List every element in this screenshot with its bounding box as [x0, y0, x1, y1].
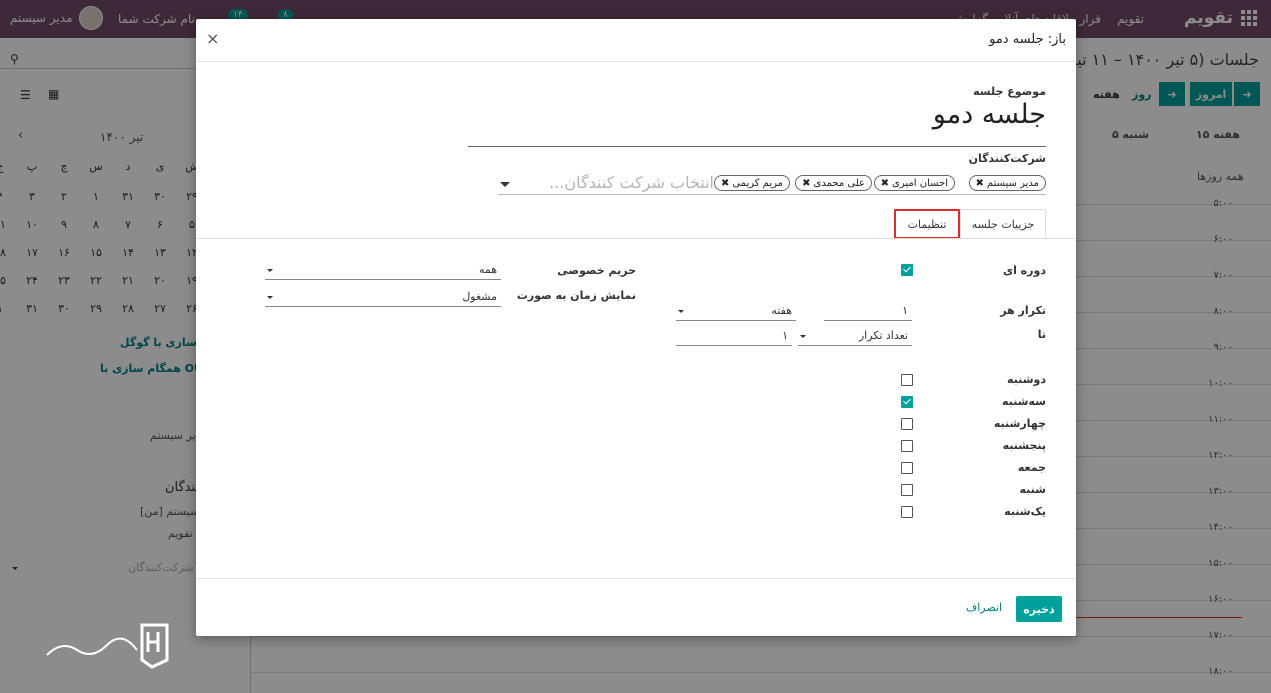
attendees-field[interactable]: مدیر سیستم ✖ احسان امیری ✖ علی محمدی ✖ مریم…	[498, 173, 1046, 195]
recurrent-label: دوره ای	[1003, 264, 1046, 277]
remove-tag-icon[interactable]: ✖	[976, 178, 984, 189]
attendee-tag-label: علی محمدی	[813, 177, 865, 189]
tab-settings[interactable]: تنظیمات	[894, 209, 960, 239]
weekday-label: یک‌شنبه	[1004, 505, 1046, 518]
weekday-label: جمعه	[1017, 461, 1046, 474]
weekday-checkbox[interactable]	[901, 396, 913, 408]
weekday-label: پنجشنبه	[1002, 439, 1046, 452]
weekday-label: چهارشنبه	[993, 417, 1046, 430]
attendees-input[interactable]: انتخاب شرکت کنندگان...	[549, 173, 714, 192]
attendee-tag-label: مدیر سیستم	[986, 177, 1039, 189]
repeat-unit-select[interactable]: هفته	[676, 301, 796, 321]
weekday-checkbox[interactable]	[901, 374, 913, 386]
weekday-label: شنبه	[1019, 483, 1046, 496]
event-dialog: باز: جلسه دمو × موضوع جلسه جلسه دمو شرکت…	[196, 19, 1076, 636]
subject-label: موضوع جلسه	[973, 85, 1046, 98]
attendee-tag-label: مریم کریمی	[732, 177, 783, 189]
until-label: تا	[1037, 328, 1046, 341]
weekday-checkbox[interactable]	[901, 484, 913, 496]
show-as-select[interactable]: مشغول	[265, 287, 501, 307]
dialog-header: باز: جلسه دمو ×	[196, 19, 1076, 62]
attendees-label: شرکت‌کنندگان	[968, 152, 1046, 165]
watermark-logo	[46, 623, 169, 669]
dialog-footer: ذخیره انصراف	[196, 578, 1076, 636]
show-as-label: نمایش زمان به صورت	[516, 289, 636, 302]
chevron-down-icon	[267, 296, 273, 299]
privacy-select[interactable]: همه	[265, 260, 501, 280]
weekday-label: دوشنبه	[1007, 373, 1046, 386]
show-as-value: مشغول	[462, 290, 497, 303]
repeat-unit-value: هفته	[771, 304, 792, 317]
chevron-down-icon[interactable]	[500, 182, 510, 187]
weekday-checkbox[interactable]	[901, 462, 913, 474]
attendee-tag: علی محمدی ✖	[795, 175, 872, 191]
save-button[interactable]: ذخیره	[1016, 596, 1062, 622]
subject-input[interactable]: جلسه دمو	[468, 99, 1046, 147]
remove-tag-icon[interactable]: ✖	[881, 178, 889, 189]
dialog-title: باز: جلسه دمو	[989, 32, 1066, 47]
attendee-tag: احسان امیری ✖	[873, 175, 955, 191]
until-type-value: تعداد تکرار	[858, 329, 908, 342]
weekday-checkbox[interactable]	[901, 440, 913, 452]
attendee-tag: مریم کریمی ✖	[713, 175, 790, 191]
privacy-value: همه	[478, 263, 497, 276]
repeat-interval-input[interactable]: ۱	[824, 301, 912, 321]
remove-tag-icon[interactable]: ✖	[802, 178, 810, 189]
weekday-label: سه‌شنبه	[1002, 395, 1046, 408]
weekday-checkbox[interactable]	[901, 418, 913, 430]
attendee-tag: مدیر سیستم ✖	[968, 175, 1046, 191]
close-icon[interactable]: ×	[206, 29, 219, 48]
attendee-tag-label: احسان امیری	[892, 177, 948, 189]
chevron-down-icon	[678, 310, 684, 313]
chevron-down-icon	[267, 269, 273, 272]
until-type-select[interactable]: تعداد تکرار	[798, 326, 912, 346]
weekday-checkbox[interactable]	[901, 506, 913, 518]
repeat-count-input[interactable]: ۱	[676, 326, 792, 346]
recurrent-checkbox[interactable]	[901, 264, 913, 276]
tab-details[interactable]: جزییات جلسه	[960, 209, 1046, 239]
remove-tag-icon[interactable]: ✖	[721, 178, 729, 189]
repeat-every-label: تکرار هر	[1000, 304, 1046, 317]
chevron-down-icon	[800, 335, 806, 338]
tabs-divider	[196, 238, 1076, 239]
privacy-label: حریم خصوصی	[557, 264, 636, 277]
cancel-button[interactable]: انصراف	[966, 601, 1002, 614]
